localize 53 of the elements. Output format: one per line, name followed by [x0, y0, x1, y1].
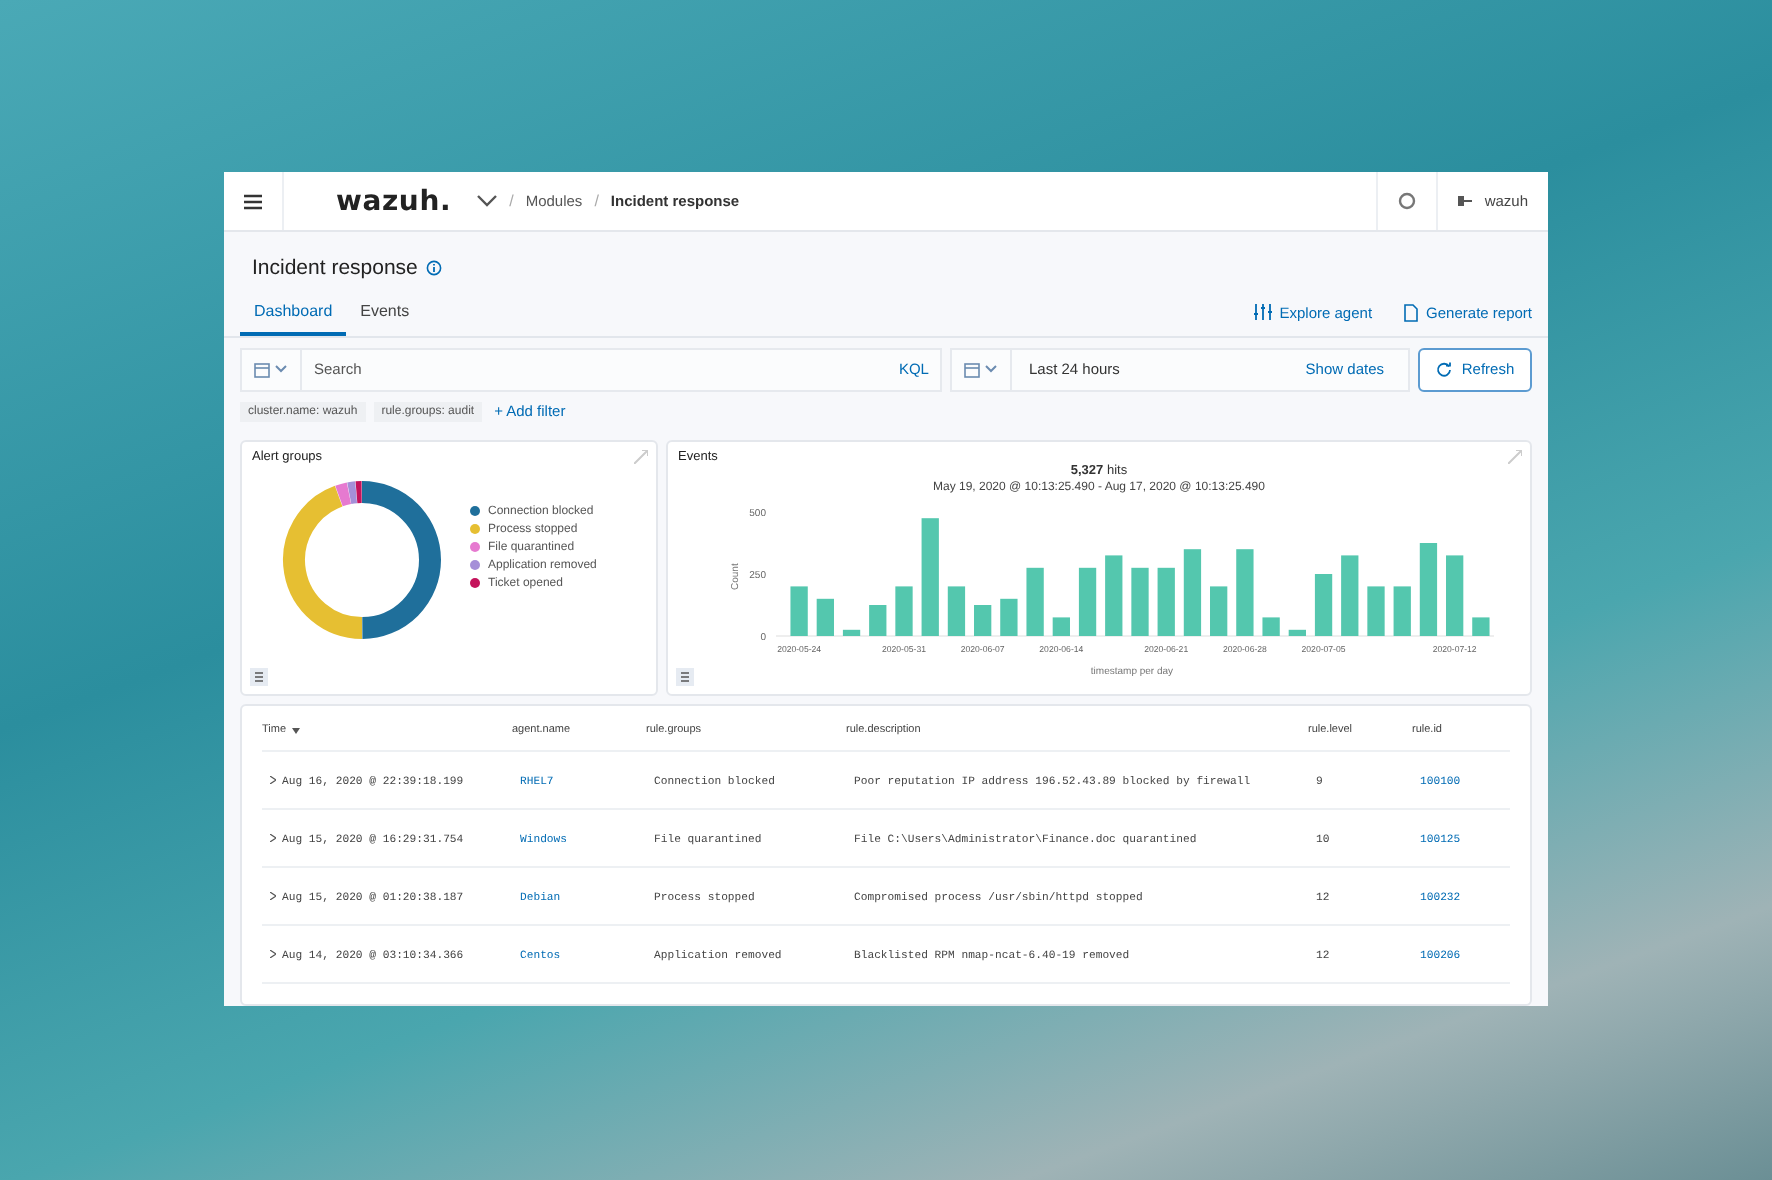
bar[interactable] — [815, 597, 833, 636]
bar[interactable] — [1261, 616, 1279, 636]
bar[interactable] — [1130, 566, 1148, 636]
bar[interactable] — [841, 628, 860, 636]
breadcrumb-separator: / — [509, 192, 514, 210]
list-icon[interactable] — [250, 668, 268, 686]
chevron-down-icon — [984, 364, 999, 375]
calendar-icon — [964, 361, 981, 378]
tab[interactable]: Dashboard — [240, 289, 347, 337]
bar[interactable] — [1025, 566, 1043, 636]
bar[interactable] — [946, 585, 965, 636]
refresh-icon — [1435, 361, 1452, 378]
bar[interactable] — [1104, 554, 1122, 636]
breadcrumb-separator: / — [594, 192, 599, 210]
info-icon[interactable] — [425, 259, 442, 276]
logout-icon[interactable] — [1458, 194, 1473, 208]
chevron-down-icon[interactable] — [475, 194, 498, 208]
bar[interactable] — [1182, 548, 1201, 636]
expand-row-icon[interactable] — [270, 950, 276, 958]
bar[interactable] — [920, 517, 938, 636]
bar[interactable] — [1445, 554, 1463, 636]
bar[interactable] — [868, 604, 886, 636]
bar[interactable] — [1392, 585, 1410, 636]
sliders-icon — [1253, 304, 1272, 321]
bar[interactable] — [1418, 542, 1437, 636]
bar[interactable] — [1340, 554, 1358, 636]
bar[interactable] — [1471, 616, 1489, 636]
chevron-down-icon — [274, 364, 288, 375]
list-icon[interactable] — [676, 668, 694, 686]
expand-row-icon[interactable] — [270, 834, 276, 842]
bar[interactable] — [1051, 616, 1069, 636]
bar[interactable] — [1235, 548, 1253, 636]
menu-icon[interactable] — [244, 193, 262, 209]
bar[interactable] — [1077, 566, 1096, 636]
expand-row-icon[interactable] — [270, 776, 276, 784]
calendar-icon — [254, 361, 270, 378]
bar[interactable] — [973, 604, 991, 636]
expand-icon[interactable] — [1508, 449, 1522, 464]
bar[interactable] — [1287, 628, 1305, 636]
expand-icon[interactable] — [634, 449, 648, 464]
expand-row-icon[interactable] — [270, 892, 276, 900]
bar[interactable] — [1209, 585, 1227, 636]
tab[interactable]: Events — [346, 289, 424, 337]
document-icon — [1404, 303, 1419, 322]
logo[interactable]: wazuh. — [336, 185, 452, 217]
circle-icon[interactable] — [1398, 192, 1417, 210]
bar[interactable] — [1366, 585, 1384, 636]
bar[interactable] — [1313, 573, 1332, 636]
bar[interactable] — [999, 597, 1017, 636]
bar[interactable] — [1156, 566, 1174, 636]
page-title: Incident response — [252, 255, 418, 280]
bar[interactable] — [894, 585, 912, 636]
bar[interactable] — [789, 585, 807, 636]
